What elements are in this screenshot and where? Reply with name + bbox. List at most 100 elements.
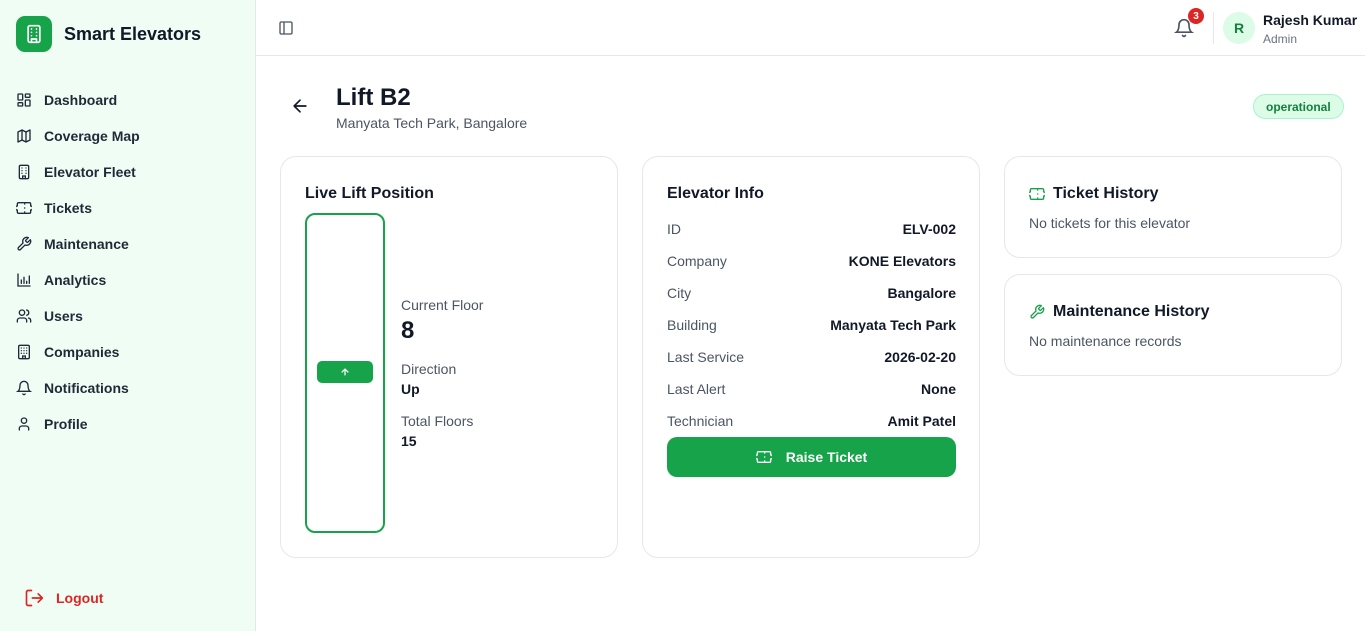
info-value: KONE Elevators (848, 253, 956, 269)
app-name: Smart Elevators (64, 23, 202, 44)
info-row-technician: Technician Amit Patel (667, 405, 956, 437)
sidebar-item-coverage-map[interactable]: Coverage Map (16, 118, 246, 154)
office-icon (18, 344, 30, 360)
header-divider (1213, 12, 1214, 44)
bell-icon (16, 380, 32, 396)
building-logo-icon (16, 16, 52, 52)
info-list: ID ELV-002 Company KONE Elevators City Bang… (667, 213, 956, 437)
sidebar-item-elevator-fleet[interactable]: Elevator Fleet (16, 154, 246, 190)
direction-stat: Direction Up (401, 361, 456, 397)
bar-chart-icon (17, 273, 31, 287)
sidebar-item-notifications[interactable]: Notifications (16, 370, 246, 406)
sidebar-item-label: Profile (44, 416, 88, 432)
info-label: Building (667, 317, 717, 333)
map-icon (17, 129, 31, 143)
card-title: Elevator Info (667, 185, 764, 202)
sidebar-item-label: Users (44, 308, 83, 324)
empty-state-text: No tickets for this elevator (1029, 215, 1191, 231)
logout-label: Logout (56, 590, 104, 606)
info-label: Last Service (667, 349, 745, 365)
total-floors-stat: Total Floors 15 (401, 413, 473, 449)
raise-ticket-button[interactable]: Raise Ticket (667, 437, 956, 477)
user-icon (18, 417, 30, 431)
card-title: Live Lift Position (305, 185, 434, 202)
info-value: None (921, 381, 956, 397)
card-title: Maintenance History (1053, 303, 1210, 320)
sidebar: Smart Elevators Dashboard Coverage Map E… (0, 0, 256, 631)
info-label: Last Alert (667, 381, 726, 397)
info-row-last-service: Last Service 2026-02-20 (667, 341, 956, 373)
page-subtitle: Manyata Tech Park, Bangalore (336, 115, 528, 131)
sidebar-item-label: Analytics (44, 272, 107, 288)
card-header: Ticket History (1029, 185, 1159, 203)
stat-label: Total Floors (401, 413, 474, 429)
users-icon (16, 309, 32, 323)
ticket-icon (1029, 188, 1045, 200)
info-label: Company (667, 253, 727, 269)
sidebar-toggle-icon[interactable] (278, 20, 294, 36)
card-header: Maintenance History (1029, 303, 1209, 321)
arrow-up-icon (341, 368, 349, 376)
sidebar-item-label: Tickets (44, 200, 92, 216)
raise-ticket-label: Raise Ticket (785, 449, 868, 465)
sidebar-item-label: Elevator Fleet (44, 164, 136, 180)
wrench-icon (1030, 304, 1045, 319)
total-floors-value: 15 (401, 433, 417, 449)
info-row-company: Company KONE Elevators (667, 245, 956, 277)
sidebar-item-tickets[interactable]: Tickets (16, 190, 246, 226)
info-label: ID (667, 221, 681, 237)
info-row-id: ID ELV-002 (667, 213, 956, 245)
user-name: Rajesh Kumar (1263, 12, 1358, 28)
card-title: Ticket History (1053, 185, 1159, 202)
dashboard-icon (17, 93, 31, 107)
logout-button[interactable]: Logout (24, 588, 103, 608)
sidebar-item-dashboard[interactable]: Dashboard (16, 82, 246, 118)
current-floor-stat: Current Floor 8 (401, 297, 483, 345)
wrench-icon (17, 236, 32, 251)
ticket-history-card: Ticket History No tickets for this eleva… (1004, 156, 1342, 258)
ticket-icon (755, 451, 772, 463)
avatar[interactable]: R (1223, 12, 1255, 44)
building-icon (18, 164, 30, 180)
lift-shaft (305, 213, 385, 533)
current-floor-value: 8 (401, 317, 415, 344)
top-header: 3 R Rajesh Kumar Admin (256, 0, 1365, 56)
page-title: Lift B2 (336, 84, 411, 111)
live-lift-position-card: Live Lift Position Current Floor 8 Direc… (280, 156, 618, 558)
info-row-last-alert: Last Alert None (667, 373, 956, 405)
sidebar-item-companies[interactable]: Companies (16, 334, 246, 370)
brand[interactable]: Smart Elevators (16, 16, 201, 52)
sidebar-item-label: Coverage Map (44, 128, 140, 144)
lift-car (317, 361, 373, 383)
info-label: Technician (667, 413, 734, 429)
notification-count-badge: 3 (1188, 8, 1204, 24)
sidebar-item-profile[interactable]: Profile (16, 406, 246, 442)
direction-value: Up (401, 381, 420, 397)
info-value: 2026-02-20 (884, 349, 956, 365)
empty-state-text: No maintenance records (1029, 333, 1182, 349)
logout-icon (25, 589, 44, 607)
elevator-info-card: Elevator Info ID ELV-002 Company KONE Elev… (642, 156, 980, 558)
info-value: ELV-002 (902, 221, 956, 237)
info-label: City (667, 285, 692, 301)
stat-label: Current Floor (401, 297, 484, 313)
sidebar-nav: Dashboard Coverage Map Elevator Fleet Ti… (16, 82, 246, 442)
sidebar-item-maintenance[interactable]: Maintenance (16, 226, 246, 262)
info-row-building: Building Manyata Tech Park (667, 309, 956, 341)
stat-label: Direction (401, 361, 457, 377)
sidebar-item-analytics[interactable]: Analytics (16, 262, 246, 298)
sidebar-item-label: Notifications (44, 380, 129, 396)
sidebar-item-label: Maintenance (44, 236, 129, 252)
sidebar-item-label: Dashboard (44, 92, 118, 108)
sidebar-item-label: Companies (44, 344, 120, 360)
status-badge: operational (1253, 94, 1344, 119)
info-value: Manyata Tech Park (830, 317, 956, 333)
info-value: Bangalore (887, 285, 956, 301)
sidebar-item-users[interactable]: Users (16, 298, 246, 334)
back-arrow-icon[interactable] (290, 96, 310, 116)
ticket-icon (16, 202, 32, 214)
info-row-city: City Bangalore (667, 277, 956, 309)
maintenance-history-card: Maintenance History No maintenance recor… (1004, 274, 1342, 376)
info-value: Amit Patel (887, 413, 956, 429)
user-role: Admin (1263, 32, 1298, 46)
